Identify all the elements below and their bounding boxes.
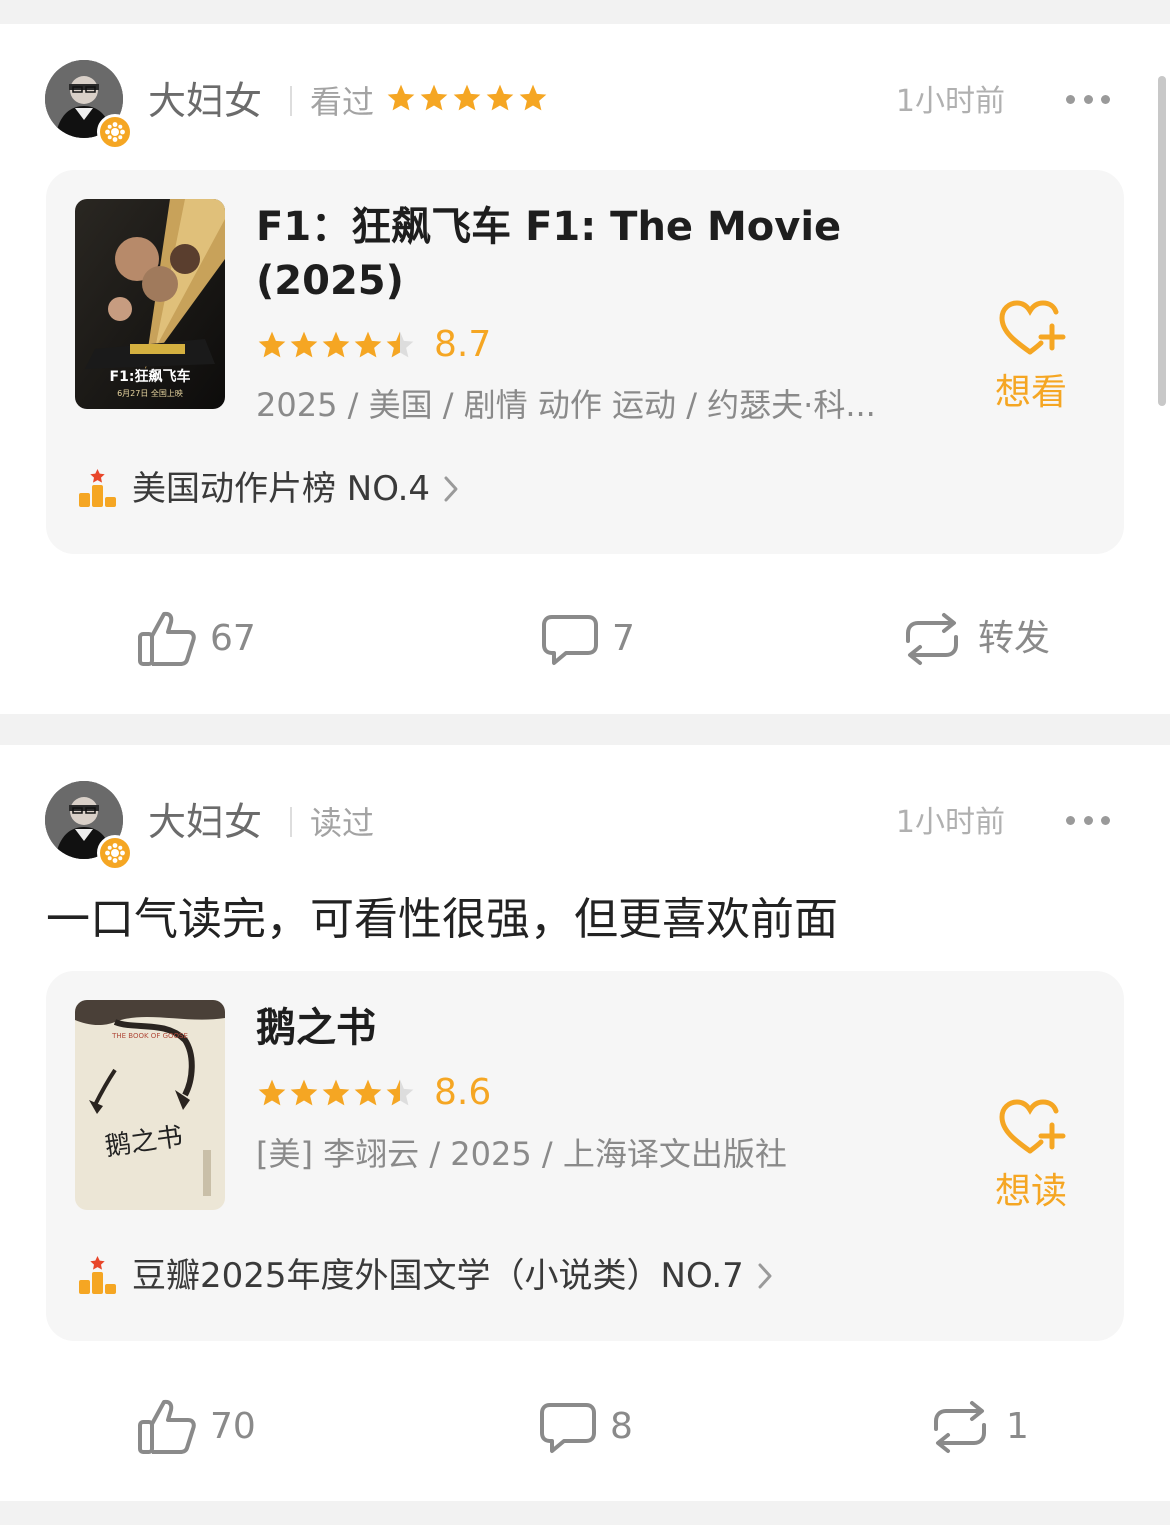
post-time: 1小时前 <box>895 805 1005 840</box>
heart-plus-icon <box>999 300 1066 355</box>
half-star-icon <box>386 1079 414 1106</box>
avatar-badge-icon <box>97 835 133 871</box>
star-icon <box>486 84 514 111</box>
subject-title[interactable]: 鹅之书 <box>256 1001 896 1055</box>
star-icon <box>387 84 415 111</box>
star-icon <box>258 1079 286 1106</box>
repost-icon <box>934 1401 986 1453</box>
subject-card[interactable]: F1:狂飙飞车 6月27日 全国上映 F1：狂飙飞车 F1: The Movie… <box>46 170 1124 554</box>
more-icon[interactable] <box>1066 805 1110 835</box>
repost-button[interactable]: 转发 <box>898 599 1050 679</box>
book-cover[interactable]: THE BOOK OF GOOSE 鹅之书 <box>75 1000 225 1210</box>
half-star-icon <box>386 331 414 358</box>
feed-post-1: 大妇女 看过 1小时前 F1:狂飙飞车 6月27日 全国上映 F1：狂飙飞车 F… <box>0 24 1170 714</box>
star-icon <box>290 331 318 358</box>
movie-poster[interactable]: F1:狂飙飞车 6月27日 全国上映 <box>75 199 225 409</box>
ranking-link[interactable]: 豆瓣2025年度外国文学（小说类）NO.7 <box>76 1251 774 1301</box>
like-icon <box>138 1399 196 1454</box>
chevron-right-icon <box>758 1263 772 1289</box>
like-icon <box>138 611 196 666</box>
divider <box>290 86 292 116</box>
chevron-right-icon <box>444 476 458 502</box>
rating-stars <box>256 1077 416 1109</box>
subject-score: 8.7 <box>434 324 492 365</box>
post-comment: 一口气读完，可看性很强，但更喜欢前面 <box>46 894 838 945</box>
star-icon <box>354 331 382 358</box>
subject-score: 8.6 <box>434 1072 492 1113</box>
like-count: 67 <box>210 618 256 659</box>
comment-icon <box>540 1403 596 1453</box>
star-icon <box>420 84 448 111</box>
ranking-text: 美国动作片榜 NO.4 <box>132 469 431 509</box>
comment-icon <box>542 615 598 665</box>
subject-title[interactable]: F1：狂飙飞车 F1: The Movie (2025) <box>256 200 896 308</box>
subject-meta: 2025 / 美国 / 剧情 动作 运动 / 约瑟夫·科... <box>256 386 876 424</box>
like-button[interactable]: 70 <box>136 1387 256 1467</box>
post-header: 大妇女 看过 1小时前 <box>0 24 1170 174</box>
rank-icon <box>79 469 116 507</box>
star-icon <box>519 84 547 111</box>
repost-icon <box>906 613 958 665</box>
user-rating-stars <box>385 82 549 122</box>
post-action-label: 看过 <box>310 83 375 121</box>
comment-count: 7 <box>612 618 635 659</box>
cover-subtitle-text: THE BOOK OF GOOSE <box>111 1032 188 1040</box>
repost-count: 1 <box>1006 1406 1029 1447</box>
repost-button[interactable]: 1 <box>926 1387 1029 1467</box>
comment-button[interactable]: 8 <box>538 1387 633 1467</box>
post-time: 1小时前 <box>895 84 1005 119</box>
repost-label: 转发 <box>978 618 1051 659</box>
post-actions: 67 7 转发 <box>0 599 1170 679</box>
post-actions: 70 8 1 <box>0 1387 1170 1467</box>
want-label: 想看 <box>994 372 1067 413</box>
want-to-watch-button[interactable]: 想看 <box>986 298 1076 416</box>
star-icon <box>322 331 350 358</box>
heart-plus-icon <box>999 1099 1066 1154</box>
poster-title-text: F1:狂飙飞车 <box>110 368 191 385</box>
poster-date-text: 6月27日 全国上映 <box>117 388 183 398</box>
feed-post-2: 大妇女 读过 1小时前 一口气读完，可看性很强，但更喜欢前面 THE BOOK … <box>0 745 1170 1501</box>
like-count: 70 <box>210 1406 256 1447</box>
divider <box>290 807 292 837</box>
comment-count: 8 <box>610 1406 633 1447</box>
subject-meta: [美] 李翊云 / 2025 / 上海译文出版社 <box>256 1135 787 1173</box>
post-action-label: 读过 <box>310 804 375 842</box>
username[interactable]: 大妇女 <box>148 795 262 849</box>
username[interactable]: 大妇女 <box>148 74 262 128</box>
subject-rating: 8.7 <box>256 325 491 365</box>
star-icon <box>354 1079 382 1106</box>
scrollbar[interactable] <box>1158 76 1166 406</box>
post-header: 大妇女 读过 1小时前 <box>0 745 1170 895</box>
ranking-link[interactable]: 美国动作片榜 NO.4 <box>76 464 460 514</box>
want-to-read-button[interactable]: 想读 <box>986 1097 1076 1215</box>
rank-icon <box>79 1256 116 1294</box>
star-icon <box>322 1079 350 1106</box>
star-icon <box>258 331 286 358</box>
star-icon <box>290 1079 318 1106</box>
rating-stars <box>256 329 416 361</box>
subject-card[interactable]: THE BOOK OF GOOSE 鹅之书 鹅之书 8.6 [美] 李翊云 / … <box>46 971 1124 1341</box>
star-icon <box>453 84 481 111</box>
avatar-badge-icon <box>97 114 133 150</box>
comment-button[interactable]: 7 <box>540 599 635 679</box>
subject-rating: 8.6 <box>256 1073 491 1113</box>
like-button[interactable]: 67 <box>136 599 256 679</box>
ranking-text: 豆瓣2025年度外国文学（小说类）NO.7 <box>132 1256 744 1296</box>
want-label: 想读 <box>994 1171 1067 1212</box>
more-icon[interactable] <box>1066 84 1110 114</box>
